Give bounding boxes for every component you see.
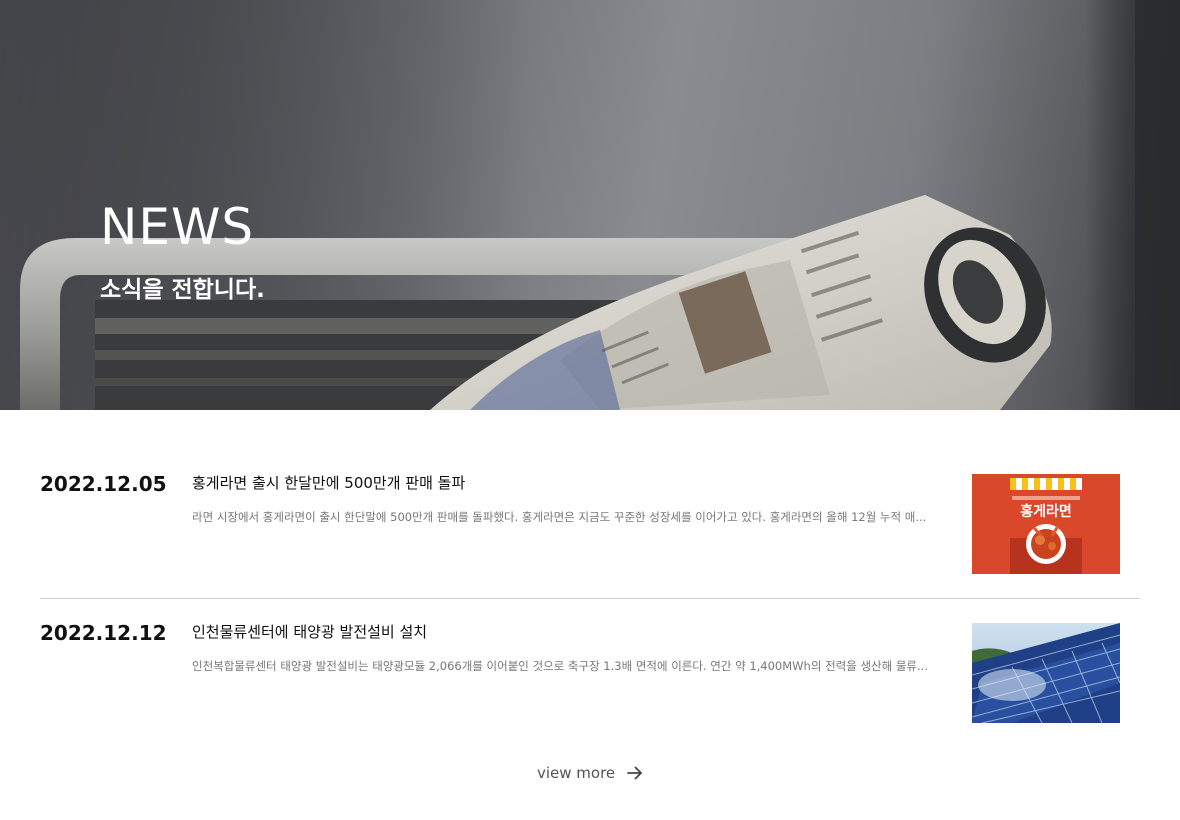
news-date: 2022.12.12	[40, 621, 167, 645]
news-list: 2022.12.05 홍게라면 출시 한달만에 500만개 판매 돌파 라면 시…	[40, 450, 1140, 746]
news-title[interactable]: 홍게라면 출시 한달만에 500만개 판매 돌파	[192, 472, 465, 493]
news-item[interactable]: 2022.12.05 홍게라면 출시 한달만에 500만개 판매 돌파 라면 시…	[40, 450, 1140, 598]
arrow-right-icon	[627, 766, 643, 780]
news-item[interactable]: 2022.12.12 인천물류센터에 태양광 발전설비 설치 인천복합물류센터 …	[40, 598, 1140, 746]
thumbnail-brand-text: 홍게라면	[1020, 503, 1072, 520]
news-date: 2022.12.05	[40, 472, 167, 496]
news-thumbnail-ramen[interactable]: 홍게라면	[972, 474, 1120, 574]
page-title: NEWS	[100, 198, 255, 256]
hero-banner: NEWS 소식을 전합니다.	[0, 0, 1180, 410]
news-title[interactable]: 인천물류센터에 태양광 발전설비 설치	[192, 621, 427, 642]
view-more-button[interactable]: view more	[537, 760, 643, 786]
news-excerpt: 라면 시장에서 홍게라면이 출시 한단말에 500만개 판매를 돌파했다. 홍게…	[192, 510, 927, 524]
page-subtitle: 소식을 전합니다.	[100, 277, 265, 303]
view-more-label: view more	[537, 764, 616, 782]
news-thumbnail-solar[interactable]	[972, 623, 1120, 723]
news-excerpt: 인천복합물류센터 태양광 발전설비는 태양광모듈 2,066개를 이어붙인 것으…	[192, 659, 928, 673]
